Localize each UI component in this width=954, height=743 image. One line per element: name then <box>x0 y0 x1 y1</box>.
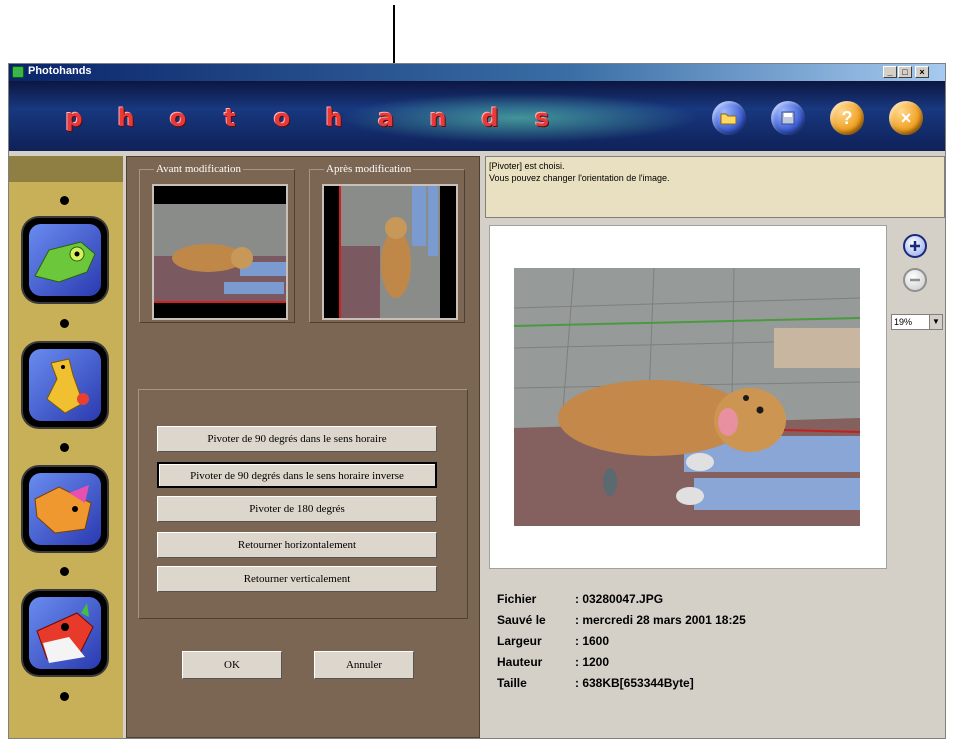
before-preview-group: Avant modification <box>139 163 295 323</box>
after-thumbnail <box>322 184 458 320</box>
logo-letter: s <box>534 104 550 132</box>
status-message: [Pivoter] est choisi. Vous pouvez change… <box>485 156 945 218</box>
sidebar-dot <box>60 692 69 701</box>
status-line-2: Vous pouvez changer l'orientation de l'i… <box>489 173 670 183</box>
logo-letter: p <box>65 104 83 132</box>
file-info-key: Taille <box>497 676 527 690</box>
save-disk-icon <box>781 111 795 125</box>
chevron-down-icon[interactable]: ▼ <box>929 315 942 329</box>
tool-tile-fish[interactable] <box>23 467 107 551</box>
logo-letter: o <box>273 104 291 132</box>
after-label: Après modification <box>324 163 414 175</box>
window-title: Photohands <box>28 65 92 77</box>
fish-icon <box>34 485 92 534</box>
dog-photo-after <box>339 186 440 318</box>
before-thumbnail <box>152 184 288 320</box>
help-icon: ? <box>841 107 853 128</box>
save-button[interactable] <box>771 101 805 135</box>
rotate-actions-group: Pivoter de 90 degrés dans le sens horair… <box>138 389 468 619</box>
tool-tile-giraffe[interactable] <box>23 343 107 427</box>
file-info-value: : mercredi 28 mars 2001 18:25 <box>575 613 746 627</box>
logo-letter: o <box>169 104 187 132</box>
zoom-in-icon <box>910 241 920 251</box>
tool-tile-monster[interactable] <box>23 591 107 675</box>
dog-photo-preview <box>514 268 860 526</box>
flip-vertical-button[interactable]: Retourner verticalement <box>157 566 437 592</box>
logo-letter: a <box>377 104 395 132</box>
preview-area: [Pivoter] est choisi. Vous pouvez change… <box>485 156 945 738</box>
sidebar-dot <box>60 567 69 576</box>
chameleon-icon <box>34 241 96 283</box>
logo-letter: h <box>325 104 343 132</box>
ok-button[interactable]: OK <box>182 651 282 679</box>
image-preview[interactable] <box>489 225 887 569</box>
logo-letter: t <box>224 104 236 132</box>
file-info-key: Sauvé le <box>497 613 546 627</box>
rotate-90-ccw-button[interactable]: Pivoter de 90 degrés dans le sens horair… <box>157 462 437 488</box>
close-icon: × <box>900 107 912 128</box>
file-info-value: : 03280047.JPG <box>575 592 664 606</box>
file-info-key: Hauteur <box>497 655 543 669</box>
app-window: Photohands _ □ × p h o t o h a n d s ? × <box>8 63 946 739</box>
file-info-value: : 1600 <box>575 634 610 648</box>
status-line-1: [Pivoter] est choisi. <box>489 161 565 171</box>
file-info-key: Largeur <box>497 634 542 648</box>
preview-photo <box>514 268 860 526</box>
file-info-value: : 638KB[653344Byte] <box>575 676 694 690</box>
flip-horizontal-button[interactable]: Retourner horizontalement <box>157 532 437 558</box>
close-window-button[interactable]: × <box>915 66 929 78</box>
sidebar-dot <box>60 196 69 205</box>
logo-letter: h <box>117 104 135 132</box>
sidebar-dot <box>60 443 69 452</box>
after-preview-group: Après modification <box>309 163 465 323</box>
help-button[interactable]: ? <box>830 101 864 135</box>
monster-icon <box>36 603 94 663</box>
rotate-180-button[interactable]: Pivoter de 180 degrés <box>157 496 437 522</box>
tool-tile-chameleon[interactable] <box>23 218 107 302</box>
giraffe-icon <box>46 358 89 414</box>
zoom-out-button[interactable] <box>903 268 927 292</box>
dog-photo-before <box>154 204 286 303</box>
minimize-button[interactable]: _ <box>883 66 897 78</box>
rotate-panel: Avant modification Après modification Pi… <box>126 156 480 738</box>
logo-letter: n <box>429 104 447 132</box>
logo-letter: d <box>481 104 499 132</box>
zoom-value: 19% <box>894 317 913 327</box>
zoom-select[interactable]: 19% ▼ <box>891 314 943 330</box>
title-bar[interactable]: Photohands _ □ × <box>9 64 945 81</box>
app-icon <box>12 66 24 78</box>
maximize-button[interactable]: □ <box>898 66 912 78</box>
cancel-button[interactable]: Annuler <box>314 651 414 679</box>
open-folder-button[interactable] <box>712 101 746 135</box>
before-label: Avant modification <box>154 163 244 175</box>
sidebar-header <box>9 156 123 182</box>
open-folder-icon <box>720 113 737 125</box>
tool-sidebar <box>9 156 123 738</box>
file-info-key: Fichier <box>497 592 537 606</box>
rotate-90-cw-button[interactable]: Pivoter de 90 degrés dans le sens horair… <box>157 426 437 452</box>
sidebar-dot <box>60 319 69 328</box>
exit-button[interactable]: × <box>889 101 923 135</box>
zoom-in-button[interactable] <box>903 234 927 258</box>
file-info-value: : 1200 <box>575 655 610 669</box>
zoom-out-icon <box>910 278 920 282</box>
banner: p h o t o h a n d s ? × <box>9 81 945 151</box>
